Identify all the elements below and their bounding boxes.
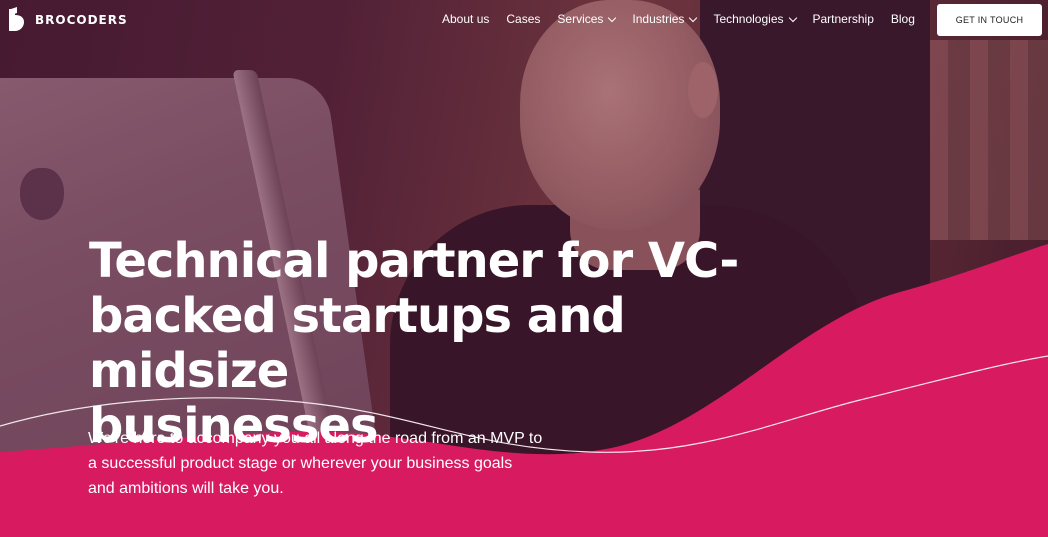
nav-item-label: Partnership xyxy=(812,12,874,26)
nav-item-about-us[interactable]: About us xyxy=(442,12,489,26)
nav-item-blog[interactable]: Blog xyxy=(891,12,915,26)
nav-item-label: Industries xyxy=(632,12,685,26)
description-line: We're here to accompany you all along th… xyxy=(88,430,543,447)
nav-item-label: Technologies xyxy=(713,12,784,26)
top-navigation: BROCODERS About us Cases Services Indust… xyxy=(0,0,1048,40)
description-line: a successful product stage or wherever y… xyxy=(88,455,513,472)
headline-line: backed startups and midsize xyxy=(89,288,626,399)
nav-item-industries[interactable]: Industries xyxy=(632,12,698,26)
hero-description: We're here to accompany you all along th… xyxy=(88,426,608,501)
get-in-touch-button[interactable]: GET IN TOUCH xyxy=(937,4,1042,36)
nav-item-label: Blog xyxy=(890,12,915,26)
main-menu: About us Cases Services Industries Techn… xyxy=(442,12,915,26)
nav-item-technologies[interactable]: Technologies xyxy=(713,12,797,26)
brocoders-logo-icon xyxy=(6,7,26,33)
hero-headline: Technical partner for VC- backed startup… xyxy=(89,234,789,454)
nav-item-partnership[interactable]: Partnership xyxy=(813,12,874,26)
headline-line: Technical partner for VC- xyxy=(89,233,739,289)
chevron-down-icon xyxy=(689,13,698,22)
nav-item-label: About us xyxy=(442,12,490,26)
brand-logo[interactable]: BROCODERS xyxy=(6,7,128,33)
description-line: and ambitions will take you. xyxy=(88,480,284,497)
nav-item-label: Cases xyxy=(506,12,541,26)
nav-item-cases[interactable]: Cases xyxy=(506,12,540,26)
nav-item-services[interactable]: Services xyxy=(557,12,617,26)
chevron-down-icon xyxy=(788,13,797,22)
brand-name: BROCODERS xyxy=(35,13,128,27)
chevron-down-icon xyxy=(608,13,617,22)
nav-item-label: Services xyxy=(557,12,604,26)
